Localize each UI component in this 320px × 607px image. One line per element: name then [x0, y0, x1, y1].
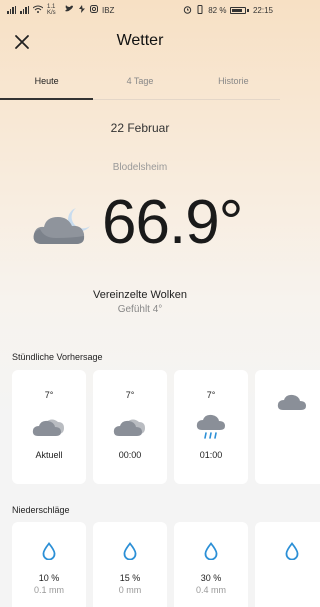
alarm-icon	[183, 5, 192, 16]
signal-icon-2	[20, 6, 29, 14]
hourly-temp: 7°	[206, 390, 216, 400]
location-name: Blodelsheim	[112, 162, 168, 173]
messenger-icon	[78, 5, 86, 15]
vibrate-icon	[196, 4, 204, 16]
precipitation-card[interactable]: 15 % 0 mm	[93, 522, 167, 607]
precipitation-chance: 15 %	[119, 573, 141, 583]
hourly-time: Aktuell	[35, 450, 63, 460]
current-temperature: 66.9°	[102, 188, 243, 257]
precipitation-card[interactable]: 10 % 0.1 mm	[12, 522, 86, 607]
wifi-icon	[32, 5, 44, 15]
precipitation-cards: 10 % 0.1 mm 15 % 0 mm 30 % 0.4 mm	[12, 522, 320, 607]
battery-icon	[230, 6, 249, 14]
tab-4-days[interactable]: 4 Tage	[93, 72, 186, 99]
tab-today[interactable]: Heute	[0, 72, 94, 100]
instagram-icon	[90, 5, 98, 15]
precipitation-title: Niederschläge	[12, 505, 70, 515]
battery-percent: 82 %	[208, 5, 227, 15]
water-drop-icon	[204, 542, 218, 560]
precipitation-card[interactable]: 30 % 0.4 mm	[174, 522, 248, 607]
hourly-temp: 7°	[125, 390, 135, 400]
precipitation-chance: 10 %	[38, 573, 60, 583]
precipitation-chance: 30 %	[200, 573, 222, 583]
current-date: 22 Februar	[110, 121, 170, 135]
hourly-card[interactable]	[255, 370, 320, 484]
hourly-cards: 7° Aktuell 7° 00:00 7° 01:00	[12, 370, 320, 484]
tab-bar: Heute 4 Tage Historie	[0, 72, 280, 100]
hourly-title: Stündliche Vorhersage	[12, 352, 103, 362]
hourly-temp: 7°	[44, 390, 54, 400]
hourly-time: 00:00	[118, 450, 142, 460]
hourly-card[interactable]: 7° 01:00	[174, 370, 248, 484]
rain-cloud-icon	[196, 414, 225, 439]
cloudy-night-icon	[32, 419, 64, 436]
app-header: Wetter	[0, 26, 280, 58]
weather-condition: Vereinzelte Wolken	[93, 289, 187, 301]
network-speed: 1.1 K/s	[47, 4, 56, 16]
precipitation-amount: 0.1 mm	[33, 585, 64, 595]
twitter-icon	[65, 5, 74, 15]
cloud-icon	[277, 394, 306, 410]
water-drop-icon	[285, 542, 299, 560]
precipitation-card[interactable]	[255, 522, 320, 607]
water-drop-icon	[123, 542, 137, 560]
precipitation-amount: 0 mm	[118, 585, 142, 595]
status-left: 1.1 K/s IBZ	[7, 4, 114, 16]
precipitation-amount: 0.4 mm	[195, 585, 226, 595]
status-right: 82 % 22:15	[183, 4, 273, 16]
hourly-card[interactable]: 7° 00:00	[93, 370, 167, 484]
feels-like: Gefühlt 4°	[117, 304, 163, 315]
water-drop-icon	[42, 542, 56, 560]
status-bar: 1.1 K/s IBZ 82 % 22:15	[0, 0, 280, 20]
page-title: Wetter	[116, 32, 164, 49]
partly-cloudy-night-icon	[32, 200, 96, 252]
cloudy-night-icon	[113, 419, 145, 436]
hourly-time: 01:00	[199, 450, 223, 460]
tab-history[interactable]: Historie	[187, 72, 280, 99]
app-label: IBZ	[102, 5, 115, 15]
hourly-card[interactable]: 7° Aktuell	[12, 370, 86, 484]
clock: 22:15	[252, 5, 273, 15]
signal-icon	[7, 6, 16, 14]
